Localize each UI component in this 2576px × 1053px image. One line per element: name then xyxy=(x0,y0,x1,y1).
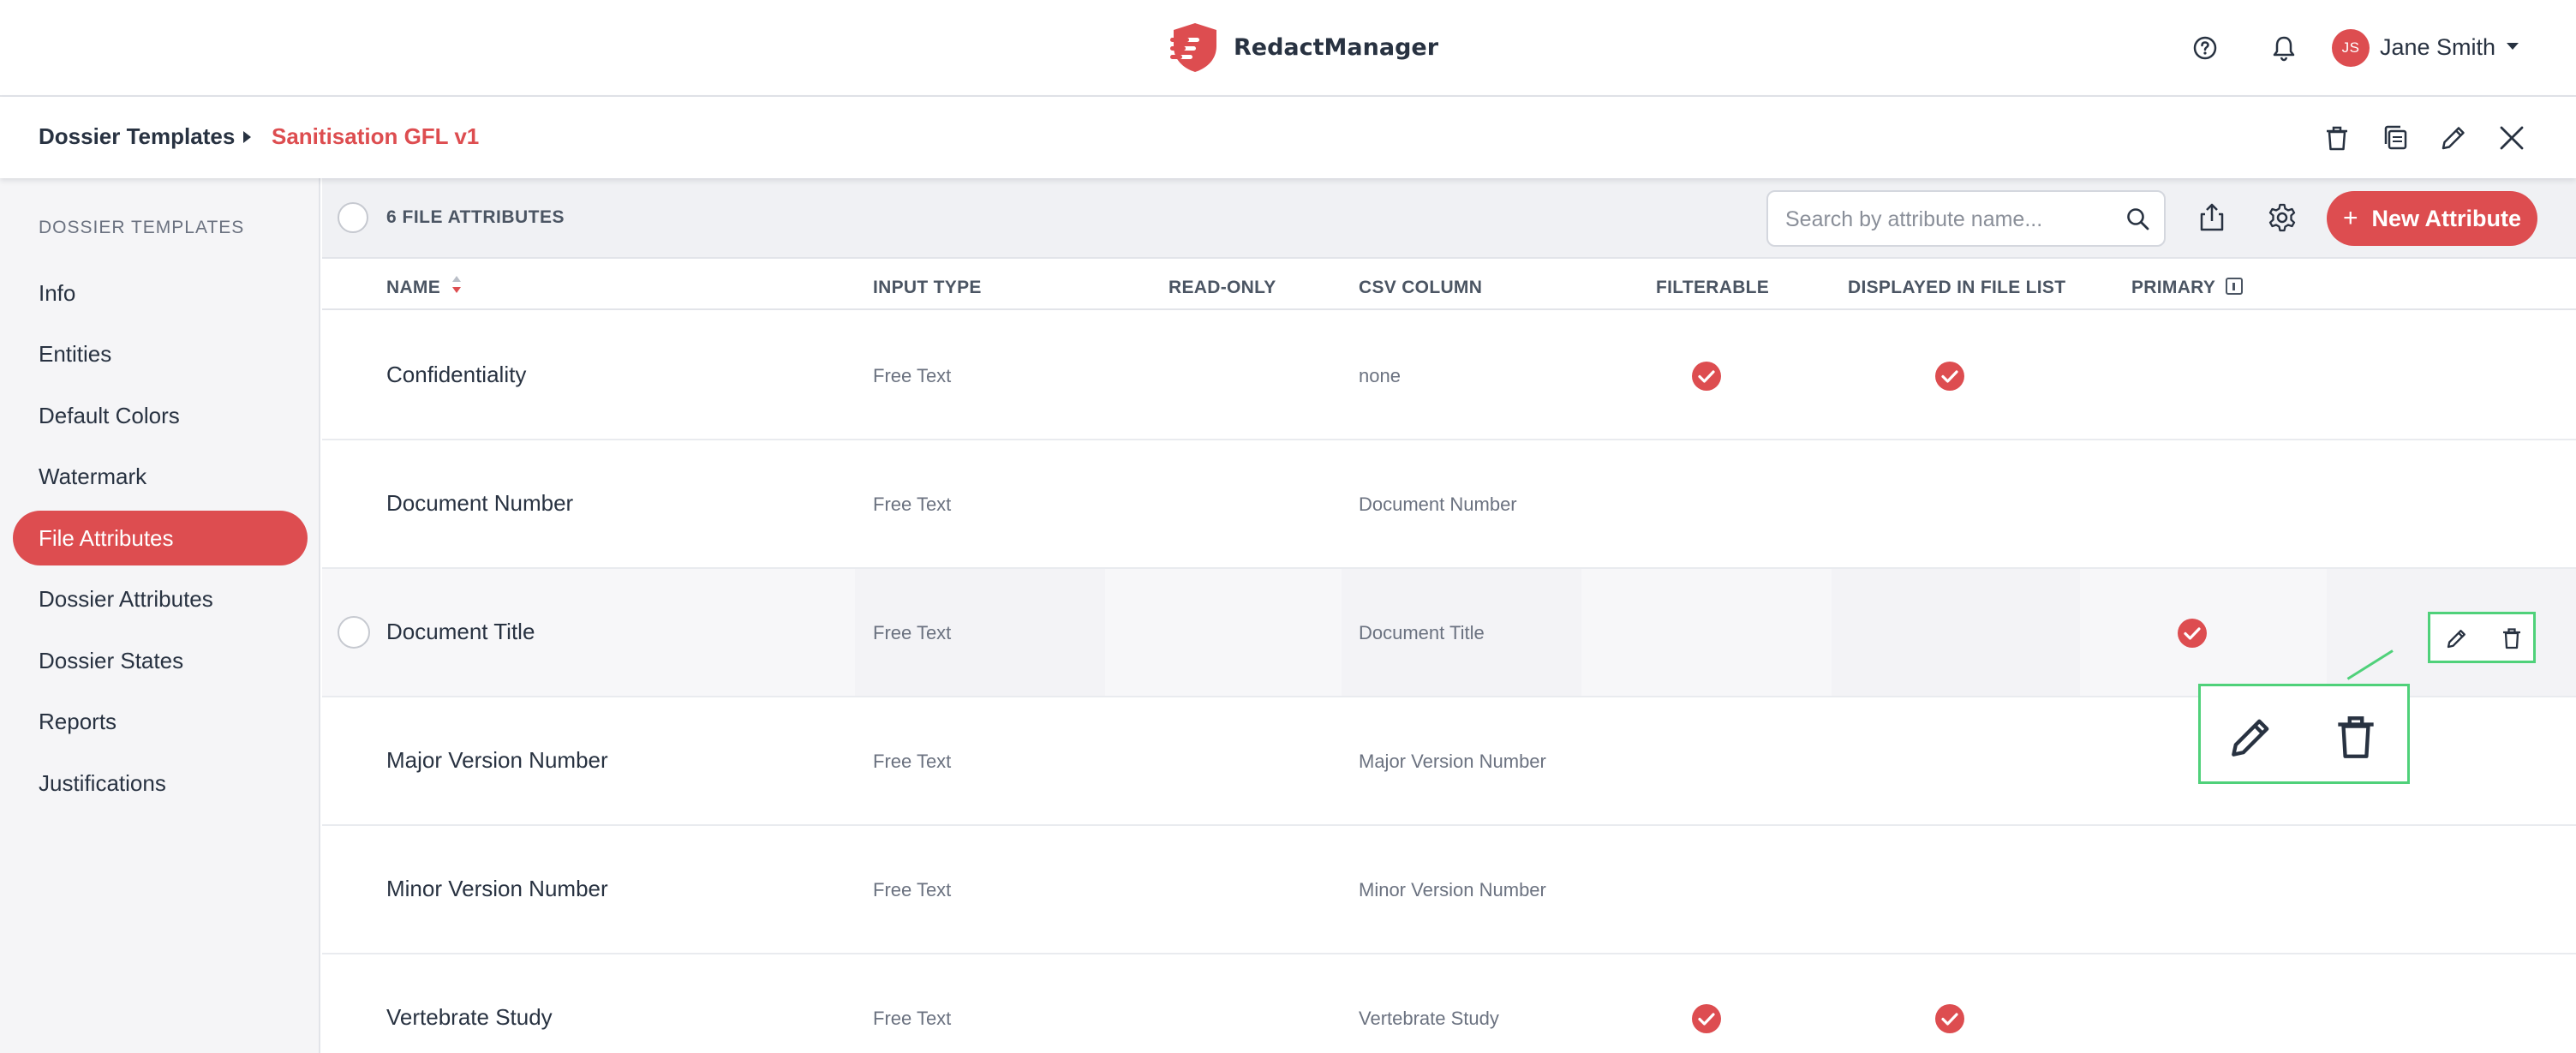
attribute-input-type: Free Text xyxy=(873,622,952,643)
breadcrumb-separator-icon xyxy=(243,131,251,143)
export-upload-icon[interactable] xyxy=(2195,200,2229,235)
attribute-input-type: Free Text xyxy=(873,1008,952,1029)
table-row[interactable]: Document Number Free Text Document Numbe… xyxy=(322,440,2576,569)
zoomed-trash-icon xyxy=(2338,716,2374,758)
breadcrumb: Dossier Templates Sanitisation GFL v1 xyxy=(0,97,2576,178)
notifications-bell-icon[interactable] xyxy=(2271,34,2297,62)
filterable-check-icon xyxy=(1692,362,1721,391)
search-icon[interactable] xyxy=(2125,206,2151,232)
attribute-count: 6 FILE ATTRIBUTES xyxy=(386,207,565,227)
column-header-input-type: INPUT TYPE xyxy=(873,278,982,297)
attribute-name: Vertebrate Study xyxy=(386,1004,553,1030)
attribute-csv-column: Minor Version Number xyxy=(1359,879,1546,900)
table-row[interactable]: Minor Version Number Free Text Minor Ver… xyxy=(322,826,2576,954)
displayed-check-icon xyxy=(1935,1004,1964,1033)
zoomed-row-actions-callout xyxy=(2198,684,2410,784)
new-attribute-button[interactable]: + New Attribute xyxy=(2327,191,2537,246)
attribute-csv-column: Vertebrate Study xyxy=(1359,1008,1499,1029)
table-row[interactable]: Confidentiality Free Text none xyxy=(322,312,2576,440)
sidebar: DOSSIER TEMPLATES Info Entities Default … xyxy=(0,178,320,1053)
column-header-csv-column: CSV COLUMN xyxy=(1359,278,1483,297)
sort-icon[interactable] xyxy=(451,272,463,296)
column-header-read-only: READ-ONLY xyxy=(1168,278,1276,297)
app-name: RedactManager xyxy=(1234,33,1439,61)
column-header-filterable: FILTERABLE xyxy=(1656,278,1770,297)
attribute-csv-column: Major Version Number xyxy=(1359,751,1546,772)
column-header-displayed-in-file-list: DISPLAYED IN FILE LIST xyxy=(1848,278,2066,297)
sidebar-item-info[interactable]: Info xyxy=(13,266,308,320)
table-header: NAME INPUT TYPE READ-ONLY CSV COLUMN FIL… xyxy=(322,260,2576,310)
filterable-check-icon xyxy=(1692,1004,1721,1033)
attribute-input-type: Free Text xyxy=(873,879,952,900)
attribute-csv-column: Document Number xyxy=(1359,494,1517,515)
new-attribute-label: New Attribute xyxy=(2371,205,2522,231)
sidebar-item-watermark[interactable]: Watermark xyxy=(13,449,308,504)
row-actions xyxy=(2428,612,2536,663)
user-menu-caret-icon[interactable] xyxy=(2507,43,2519,50)
sidebar-item-dossier-states[interactable]: Dossier States xyxy=(13,633,308,688)
sidebar-item-entities[interactable]: Entities xyxy=(13,326,308,381)
displayed-check-icon xyxy=(1935,362,1964,391)
table-toolbar: 6 FILE ATTRIBUTES + New Attribute xyxy=(322,178,2576,259)
attribute-name: Confidentiality xyxy=(386,362,527,387)
attribute-input-type: Free Text xyxy=(873,365,952,386)
column-stripe xyxy=(1832,569,2080,696)
primary-check-icon xyxy=(2178,619,2207,648)
sidebar-item-reports[interactable]: Reports xyxy=(13,694,308,749)
plus-icon: + xyxy=(2342,204,2358,232)
app-logo[interactable]: RedactManager xyxy=(1170,21,1438,74)
attribute-name: Document Number xyxy=(386,490,574,516)
shield-logo-icon xyxy=(1170,23,1216,72)
sidebar-item-file-attributes[interactable]: File Attributes xyxy=(13,511,308,565)
delete-template-trash-icon[interactable] xyxy=(2322,123,2352,153)
attribute-name: Minor Version Number xyxy=(386,876,608,901)
edit-template-pencil-icon[interactable] xyxy=(2438,123,2469,153)
attribute-csv-column: Document Title xyxy=(1359,622,1485,643)
attribute-input-type: Free Text xyxy=(873,494,952,515)
attribute-name: Document Title xyxy=(386,619,535,644)
top-bar: RedactManager JS Jane Smith xyxy=(0,0,2576,97)
sidebar-item-dossier-attributes[interactable]: Dossier Attributes xyxy=(13,571,308,626)
sidebar-title: DOSSIER TEMPLATES xyxy=(39,218,245,237)
clone-template-copy-icon[interactable] xyxy=(2380,123,2411,153)
search-box[interactable] xyxy=(1766,190,2166,247)
table-row[interactable]: Document Title Free Text Document Title xyxy=(322,569,2576,697)
user-avatar[interactable]: JS xyxy=(2332,29,2370,67)
user-name[interactable]: Jane Smith xyxy=(2380,34,2495,61)
table-row[interactable]: Vertebrate Study Free Text Vertebrate St… xyxy=(322,954,2576,1053)
attribute-input-type: Free Text xyxy=(873,751,952,772)
edit-pencil-icon[interactable] xyxy=(2444,625,2470,651)
attribute-csv-column: none xyxy=(1359,365,1401,386)
delete-trash-icon[interactable] xyxy=(2499,625,2525,651)
column-header-name[interactable]: NAME xyxy=(386,278,440,298)
select-all-checkbox[interactable] xyxy=(338,202,368,233)
close-icon[interactable] xyxy=(2496,123,2527,153)
help-icon[interactable] xyxy=(2193,36,2217,60)
breadcrumb-root[interactable]: Dossier Templates xyxy=(39,123,235,150)
sidebar-item-justifications[interactable]: Justifications xyxy=(13,756,308,811)
sidebar-item-default-colors[interactable]: Default Colors xyxy=(13,388,308,443)
column-header-primary: PRIMARY xyxy=(2131,278,2216,297)
row-select-checkbox[interactable] xyxy=(338,616,370,649)
search-input[interactable] xyxy=(1785,204,2111,235)
attribute-name: Major Version Number xyxy=(386,747,608,773)
zoomed-pencil-icon xyxy=(2232,719,2269,757)
main-content: 6 FILE ATTRIBUTES + New Attribute NAME xyxy=(322,178,2576,1053)
primary-info-icon[interactable] xyxy=(2226,278,2243,295)
settings-gear-icon[interactable] xyxy=(2265,200,2299,235)
breadcrumb-current[interactable]: Sanitisation GFL v1 xyxy=(272,123,479,150)
